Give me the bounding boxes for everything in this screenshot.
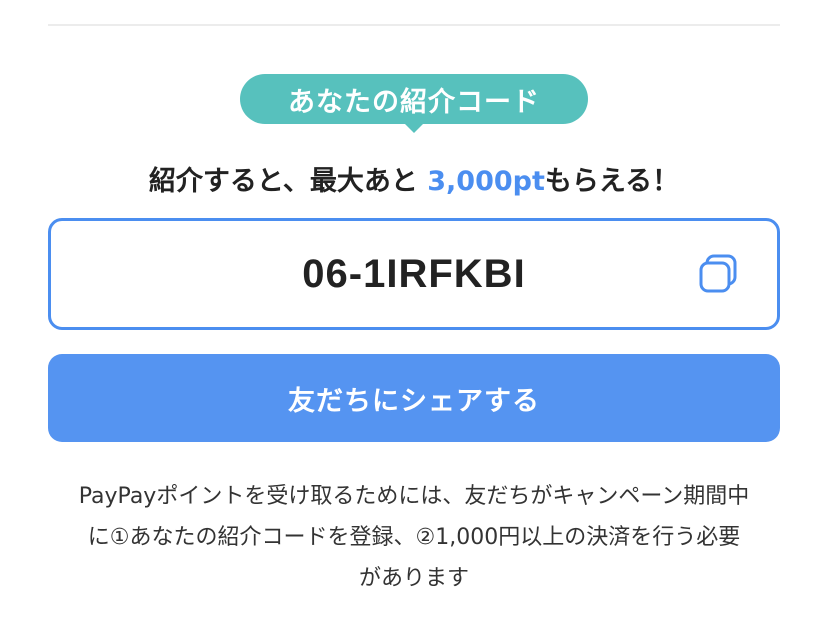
referral-code: 06-1IRFKBI bbox=[302, 251, 526, 296]
notice-line-2: に①あなたの紹介コードを登録、②1,000円以上の決済を行う必要 bbox=[87, 525, 741, 550]
reward-amount: 3,000pt bbox=[427, 166, 545, 197]
copy-icon[interactable] bbox=[697, 252, 741, 296]
referral-code-box[interactable]: 06-1IRFKBI bbox=[48, 218, 780, 330]
copy-icon-graphic bbox=[699, 254, 737, 293]
badge-tail bbox=[404, 123, 424, 133]
notice-line-3: があります bbox=[358, 566, 469, 591]
top-divider bbox=[48, 24, 780, 26]
notice-text: PayPayポイントを受け取るためには、友だちがキャンペーン期間中 に①あなたの… bbox=[44, 476, 784, 599]
headline-prefix: 紹介すると、最大あと bbox=[148, 166, 418, 197]
badge-label: あなたの紹介コード bbox=[288, 86, 540, 118]
headline-suffix: もらえる！ bbox=[544, 166, 680, 197]
notice-line-1: PayPayポイントを受け取るためには、友だちがキャンペーン期間中 bbox=[78, 484, 750, 509]
share-with-friends-button[interactable]: 友だちにシェアする bbox=[48, 354, 780, 442]
referral-code-badge: あなたの紹介コード bbox=[240, 74, 588, 133]
reward-headline: 紹介すると、最大あと 3,000ptもらえる！ bbox=[0, 160, 828, 204]
